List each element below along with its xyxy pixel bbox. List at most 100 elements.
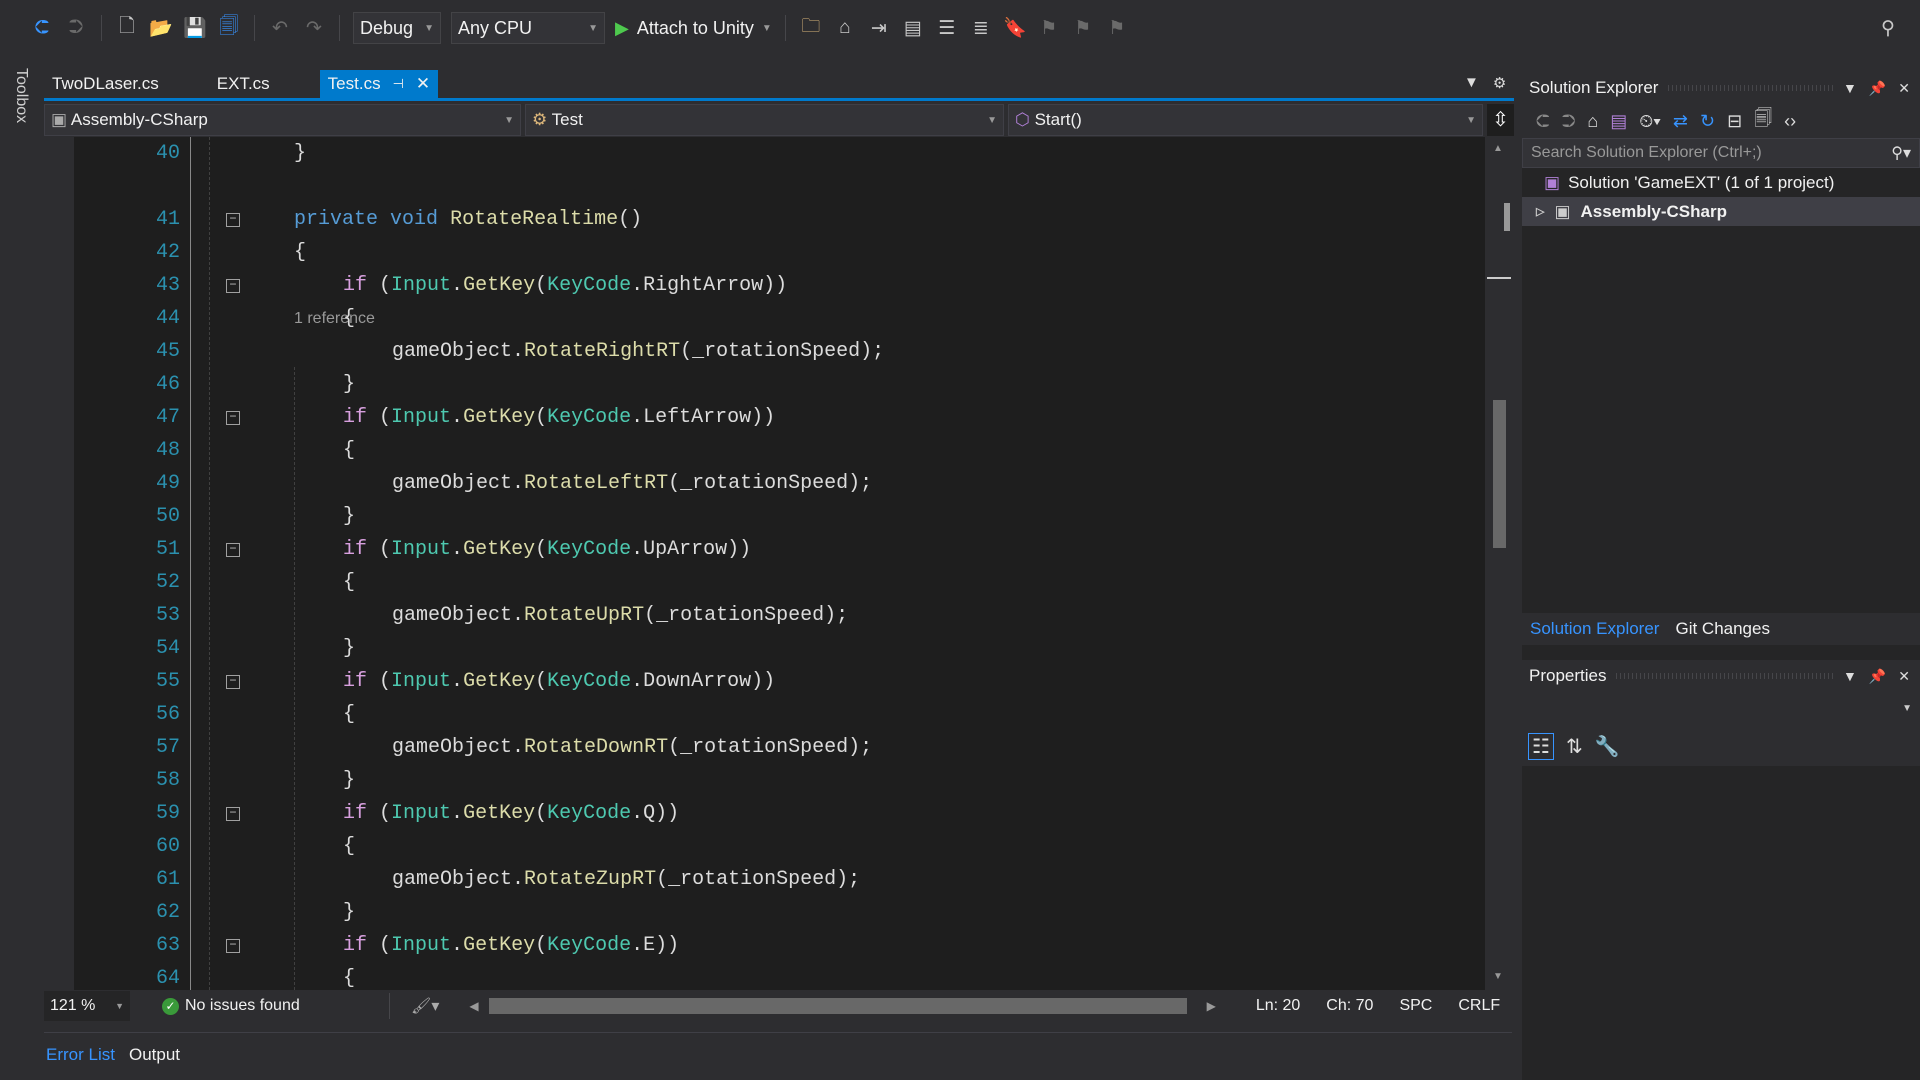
tree-item-solution[interactable]: ▣ Solution 'GameEXT' (1 of 1 project) xyxy=(1522,168,1920,197)
show-all-files-icon[interactable]: 🗐 xyxy=(1754,106,1772,136)
configuration-dropdown[interactable]: Debug ▼ xyxy=(353,12,441,44)
tab-twodlaser[interactable]: TwoDLaser.cs xyxy=(44,70,167,98)
class-dropdown[interactable]: ⚙ Test ▼ xyxy=(525,104,1004,136)
sync-icon[interactable]: ⇄ xyxy=(1673,111,1688,132)
step-icon[interactable]: ⇥ xyxy=(867,16,891,40)
find-in-files-icon[interactable]: 🗀 xyxy=(799,16,823,40)
code-line[interactable]: 44 { xyxy=(74,302,1484,335)
object-dropdown[interactable]: ▼ xyxy=(1522,692,1920,726)
pin-icon[interactable]: 📌 xyxy=(1869,80,1886,97)
code-line[interactable]: 62} xyxy=(74,896,1484,929)
member-dropdown[interactable]: ⬡ Start() ▼ xyxy=(1008,104,1483,136)
prev-bookmark-icon[interactable]: ⚑ xyxy=(1037,16,1061,40)
project-dropdown[interactable]: ▣ Assembly-CSharp ▼ xyxy=(44,104,521,136)
layout-icon[interactable]: ▤ xyxy=(901,16,925,40)
line-number-status[interactable]: Ln: 20 xyxy=(1256,997,1300,1015)
next-bookmark-icon[interactable]: ⚑ xyxy=(1071,16,1095,40)
tab-error-list[interactable]: Error List xyxy=(46,1045,115,1065)
code-view-icon[interactable]: ‹› xyxy=(1784,111,1796,132)
scroll-left-icon[interactable]: ◀ xyxy=(469,999,478,1013)
gear-icon[interactable]: ⚙ xyxy=(1493,74,1506,98)
close-icon[interactable]: ✕ xyxy=(416,74,430,94)
collapse-icon[interactable]: − xyxy=(226,939,240,953)
code-line[interactable]: 51− if (Input.GetKey(KeyCode.UpArrow)) xyxy=(74,533,1484,566)
code-line[interactable]: 42 { xyxy=(74,236,1484,269)
comment-icon[interactable]: ≣ xyxy=(969,16,993,40)
redo-icon[interactable]: ↷ xyxy=(302,16,326,40)
collapse-icon[interactable]: − xyxy=(226,411,240,425)
forward-icon[interactable]: ⮊ xyxy=(1562,111,1576,132)
tree-item-project[interactable]: ▷ ▣ Assembly-CSharp xyxy=(1522,197,1920,226)
code-line[interactable]: 58} xyxy=(74,764,1484,797)
scroll-up-icon[interactable]: ▲ xyxy=(1493,143,1503,154)
collapse-icon[interactable]: − xyxy=(226,675,240,689)
code-line[interactable]: 59− if (Input.GetKey(KeyCode.Q)) xyxy=(74,797,1484,830)
home-icon[interactable]: ⌂ xyxy=(1587,111,1598,132)
search-icon[interactable]: ⚲▾ xyxy=(1891,143,1911,163)
vertical-scrollbar[interactable]: ▲ ▼ xyxy=(1485,137,1512,990)
collapse-all-icon[interactable]: ⊟ xyxy=(1727,111,1742,132)
platform-dropdown[interactable]: Any CPU ▼ xyxy=(451,12,605,44)
collapse-icon[interactable]: − xyxy=(226,807,240,821)
back-icon[interactable]: ⮈ xyxy=(30,16,54,40)
open-icon[interactable]: 📂 xyxy=(149,16,173,40)
code-line[interactable]: 60 { xyxy=(74,830,1484,863)
code-line[interactable]: 40} xyxy=(74,137,1484,170)
code-cleanup-icon[interactable]: 🖌▾ xyxy=(411,996,439,1016)
dropdown-icon[interactable]: ▼ xyxy=(1843,668,1857,685)
scroll-down-icon[interactable]: ▼ xyxy=(1493,971,1503,982)
code-line[interactable]: 56 { xyxy=(74,698,1484,731)
dropdown-icon[interactable]: ▼ xyxy=(1843,80,1857,97)
live-share-icon[interactable]: ⚲ xyxy=(1876,16,1900,40)
code-line[interactable]: 49 gameObject.RotateLeftRT(_rotationSpeed… xyxy=(74,467,1484,500)
code-line[interactable]: 47− if (Input.GetKey(KeyCode.LeftArrow)) xyxy=(74,401,1484,434)
save-icon[interactable]: 💾 xyxy=(183,16,207,40)
scroll-right-icon[interactable]: ▶ xyxy=(1207,999,1216,1013)
categorized-icon[interactable]: ☷ xyxy=(1528,732,1554,760)
close-icon[interactable]: ✕ xyxy=(1898,668,1910,685)
alphabetical-icon[interactable]: ⇅ xyxy=(1566,734,1583,759)
clear-bookmarks-icon[interactable]: ⚑ xyxy=(1105,16,1129,40)
code-line[interactable]: 54} xyxy=(74,632,1484,665)
solution-search-input[interactable]: Search Solution Explorer (Ctrl+;) ⚲▾ xyxy=(1522,138,1920,168)
collapse-icon[interactable]: − xyxy=(226,213,240,227)
code-line[interactable]: 61 gameObject.RotateZupRT(_rotationSpeed)… xyxy=(74,863,1484,896)
pending-changes-icon[interactable]: ⏲▾ xyxy=(1639,111,1661,132)
whitespace-status[interactable]: SPC xyxy=(1399,997,1432,1015)
code-line[interactable]: 50} xyxy=(74,500,1484,533)
save-all-icon[interactable]: 🗐 xyxy=(217,16,241,40)
tab-ext[interactable]: EXT.cs xyxy=(209,70,278,98)
code-editor[interactable]: 1 reference 40} 41− private void RotateRea… xyxy=(44,137,1485,990)
horizontal-scrollbar[interactable] xyxy=(488,998,1187,1014)
toolbox-strip[interactable]: Toolbox xyxy=(0,60,44,1080)
new-project-icon[interactable]: 🗋 xyxy=(115,16,139,40)
home-window-icon[interactable]: ⌂ xyxy=(833,16,857,40)
issues-indicator[interactable]: ✓ No issues found xyxy=(162,997,386,1015)
attach-to-unity-button[interactable]: ▶ Attach to Unity ▼ xyxy=(615,18,772,39)
tab-output[interactable]: Output xyxy=(129,1045,180,1065)
close-icon[interactable]: ✕ xyxy=(1898,80,1910,97)
code-line[interactable]: 48 { xyxy=(74,434,1484,467)
expand-icon[interactable]: ▷ xyxy=(1536,205,1544,218)
collapse-icon[interactable]: − xyxy=(226,279,240,293)
tab-solution-explorer[interactable]: Solution Explorer xyxy=(1530,619,1659,639)
bookmark-icon[interactable]: 🔖 xyxy=(1003,16,1027,40)
code-line[interactable]: 43− if (Input.GetKey(KeyCode.RightArrow)) xyxy=(74,269,1484,302)
column-status[interactable]: Ch: 70 xyxy=(1326,997,1373,1015)
undo-icon[interactable]: ↶ xyxy=(268,16,292,40)
tab-list-dropdown-icon[interactable]: ▼ xyxy=(1464,74,1479,98)
property-pages-icon[interactable]: 🔧 xyxy=(1595,734,1620,759)
code-line[interactable]: 41 − private void RotateRealtime() xyxy=(74,203,1484,236)
tab-test[interactable]: Test.cs ⊣ ✕ xyxy=(319,70,439,98)
code-line[interactable]: 64 { xyxy=(74,962,1484,990)
pin-icon[interactable]: ⊣ xyxy=(393,76,404,92)
collapse-icon[interactable]: − xyxy=(226,543,240,557)
zoom-dropdown[interactable]: 121 % ▼ xyxy=(44,991,130,1021)
refresh-icon[interactable]: ↻ xyxy=(1700,111,1715,132)
tab-git-changes[interactable]: Git Changes xyxy=(1675,619,1770,639)
switch-views-icon[interactable]: ▤ xyxy=(1610,111,1627,132)
split-editor-icon[interactable]: ⇳ xyxy=(1487,104,1514,136)
pin-icon[interactable]: 📌 xyxy=(1869,668,1886,685)
code-line[interactable]: 53 gameObject.RotateUpRT(_rotationSpeed); xyxy=(74,599,1484,632)
scroll-thumb[interactable] xyxy=(1493,400,1506,548)
